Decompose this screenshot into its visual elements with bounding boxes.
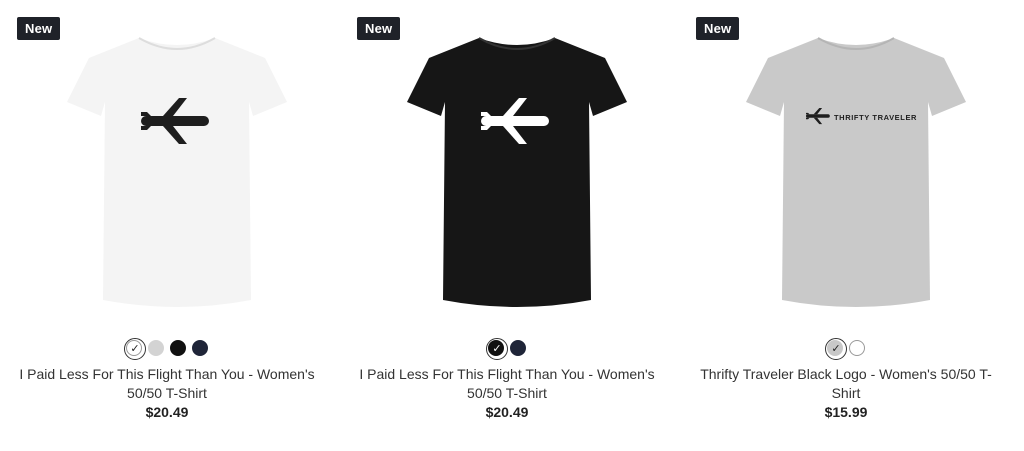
product-title[interactable]: I Paid Less For This Flight Than You - W… — [17, 365, 317, 403]
product-title[interactable]: I Paid Less For This Flight Than You - W… — [357, 365, 657, 403]
swatch-black[interactable] — [170, 340, 186, 356]
new-badge: New — [357, 17, 401, 40]
new-badge: New — [696, 17, 740, 40]
product-image[interactable]: THRIFTY TRAVELER — [746, 30, 966, 320]
color-swatches: ✓ — [7, 338, 327, 360]
swatch-light-gray[interactable] — [148, 340, 164, 356]
shirt-body — [407, 38, 627, 307]
swatch-navy[interactable] — [192, 340, 208, 356]
swatch-heather-gray[interactable]: ✓ — [825, 338, 847, 360]
swatch-navy[interactable] — [510, 340, 526, 356]
product-image[interactable] — [67, 30, 287, 320]
product-price: $15.99 — [824, 404, 868, 420]
swatch-white[interactable]: ✓ — [124, 338, 146, 360]
shirt-body — [67, 38, 287, 307]
swatch-white[interactable] — [849, 340, 865, 356]
swatch-black[interactable]: ✓ — [486, 338, 508, 360]
checkmark-icon: ✓ — [492, 342, 502, 355]
tshirt-shape — [746, 37, 966, 307]
brand-logo-text: THRIFTY TRAVELER — [834, 113, 917, 122]
product-price: $20.49 — [485, 404, 529, 420]
new-badge: New — [17, 17, 61, 40]
product-card[interactable]: New ✓ I Paid Less For This Flight Than Y… — [7, 0, 327, 451]
tshirt-shape — [407, 37, 627, 307]
product-image[interactable] — [407, 30, 627, 320]
color-swatches: ✓ — [686, 338, 1006, 360]
tshirt-shape — [67, 37, 287, 307]
product-grid: New ✓ I Paid Less For This Flight Than Y… — [0, 0, 1024, 451]
checkmark-icon: ✓ — [130, 342, 140, 355]
checkmark-icon: ✓ — [831, 342, 841, 355]
color-swatches: ✓ — [347, 338, 667, 360]
product-price: $20.49 — [145, 404, 189, 420]
product-card[interactable]: New ✓ I Paid Less For This Flight Than Y… — [347, 0, 667, 451]
product-title[interactable]: Thrifty Traveler Black Logo - Women's 50… — [696, 365, 996, 403]
product-card[interactable]: New THRIFTY TRAVELER ✓ Thrifty Traveler … — [686, 0, 1006, 451]
shirt-body — [746, 38, 966, 307]
